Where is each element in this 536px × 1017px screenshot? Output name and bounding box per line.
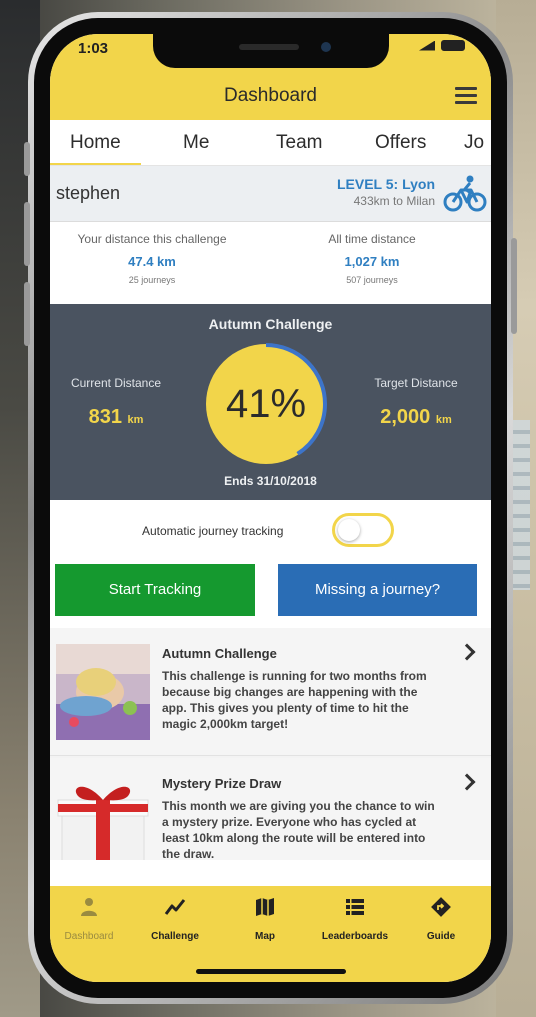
directions-icon	[431, 897, 451, 917]
feed-card-text: This challenge is running for two months…	[162, 669, 427, 731]
feed-card-title: Autumn Challenge	[162, 646, 277, 661]
auto-tracking-label: Automatic journey tracking	[142, 524, 284, 538]
volume-down-button	[24, 282, 30, 346]
bottom-tab-label: Dashboard	[64, 931, 114, 942]
action-buttons: Start Tracking Missing a journey?	[50, 564, 491, 624]
challenge-panel[interactable]: Autumn Challenge Current Distance 831 km…	[50, 304, 491, 500]
all-time-distance-stat: All time distance 1,027 km 507 journeys	[272, 232, 472, 285]
gift-box-image	[57, 786, 149, 860]
status-icons	[419, 40, 465, 51]
auto-tracking-row: Automatic journey tracking	[50, 500, 491, 562]
target-distance-label: Target Distance	[374, 376, 458, 390]
tab-offers[interactable]: Offers	[375, 120, 426, 165]
nav-bar: Dashboard	[50, 74, 491, 120]
feed-card-text: This month we are giving you the chance …	[162, 799, 435, 860]
phone-frame: 1:03 Dashboard Home Me Team Offers Jo st…	[24, 12, 517, 1004]
tab-team[interactable]: Team	[276, 120, 322, 165]
top-tabs: Home Me Team Offers Jo	[50, 120, 491, 166]
mute-switch	[24, 142, 30, 176]
chevron-right-icon	[458, 773, 476, 791]
toggle-knob	[338, 519, 360, 541]
stat-value: 1,027 km	[344, 254, 400, 269]
bottom-tab-challenge[interactable]: Challenge	[130, 896, 220, 942]
challenge-title: Autumn Challenge	[208, 316, 333, 332]
child-photo-image	[56, 644, 150, 740]
bottom-tab-map[interactable]: Map	[220, 896, 310, 942]
bottom-tab-label: Challenge	[151, 931, 199, 942]
current-distance: Current Distance 831 km	[56, 376, 176, 429]
stat-label: Your distance this challenge	[77, 232, 227, 246]
target-distance-value: 2,000 km	[380, 406, 452, 428]
auto-tracking-toggle[interactable]	[332, 513, 394, 547]
stat-value: 47.4 km	[128, 254, 176, 269]
bottom-tab-label: Map	[255, 931, 275, 942]
chevron-right-icon	[458, 643, 476, 661]
stat-journeys: 507 journeys	[346, 275, 398, 285]
current-distance-label: Current Distance	[70, 376, 162, 390]
bottom-tab-bar: Dashboard Challenge Map Leaderboards Gui…	[50, 886, 491, 982]
level-info: LEVEL 5: Lyon 433km to Milan	[337, 176, 435, 208]
bicycle-icon	[443, 175, 487, 212]
missing-journey-button[interactable]: Missing a journey?	[278, 564, 477, 616]
phone-bezel: 1:03 Dashboard Home Me Team Offers Jo st…	[34, 18, 507, 998]
bottom-tab-label: Guide	[426, 931, 456, 942]
feed-card-autumn-challenge[interactable]: Autumn Challenge This challenge is runni…	[50, 628, 491, 756]
feed-card-title: Mystery Prize Draw	[162, 776, 282, 791]
signal-icon	[419, 40, 435, 51]
start-tracking-button[interactable]: Start Tracking	[55, 564, 255, 616]
battery-icon	[441, 40, 465, 51]
tab-me[interactable]: Me	[183, 120, 209, 165]
current-distance-value: 831 km	[88, 406, 144, 428]
level-title: LEVEL 5: Lyon	[336, 176, 435, 192]
tab-jo[interactable]: Jo	[464, 120, 484, 165]
map-icon	[256, 898, 274, 916]
target-distance: Target Distance 2,000 km	[356, 376, 476, 429]
home-indicator[interactable]	[195, 969, 346, 974]
stat-journeys: 25 journeys	[128, 275, 176, 285]
notch	[152, 34, 389, 68]
tab-home[interactable]: Home	[50, 120, 141, 165]
bottom-tab-guide[interactable]: Guide	[396, 896, 486, 942]
person-icon	[81, 898, 97, 916]
front-camera	[320, 42, 331, 52]
power-button	[511, 238, 517, 334]
status-time: 1:03	[78, 40, 109, 57]
bottom-tab-leaderboards[interactable]: Leaderboards	[310, 896, 400, 942]
distance-stats: Your distance this challenge 47.4 km 25 …	[50, 222, 491, 302]
volume-up-button	[24, 202, 30, 266]
challenge-distance-stat: Your distance this challenge 47.4 km 25 …	[52, 232, 252, 285]
speaker	[238, 44, 299, 50]
page-title: Dashboard	[224, 85, 317, 106]
level-subtitle: 433km to Milan	[353, 194, 435, 208]
list-icon	[346, 899, 364, 915]
bottom-tab-label: Leaderboards	[321, 931, 389, 942]
username: stephen	[56, 183, 121, 203]
user-row: stephen LEVEL 5: Lyon 433km to Milan	[50, 166, 491, 222]
phone-screen: 1:03 Dashboard Home Me Team Offers Jo st…	[50, 34, 491, 982]
feed-card-mystery-prize[interactable]: Mystery Prize Draw This month we are giv…	[50, 758, 491, 860]
challenge-end-date: Ends 31/10/2018	[224, 474, 317, 488]
trend-icon	[164, 899, 186, 915]
bottom-tab-dashboard[interactable]: Dashboard	[50, 896, 134, 942]
progress-percent: 41%	[225, 382, 307, 426]
stat-label: All time distance	[328, 232, 416, 246]
hamburger-menu-icon[interactable]	[455, 87, 477, 105]
news-feed: Autumn Challenge This challenge is runni…	[50, 628, 491, 860]
